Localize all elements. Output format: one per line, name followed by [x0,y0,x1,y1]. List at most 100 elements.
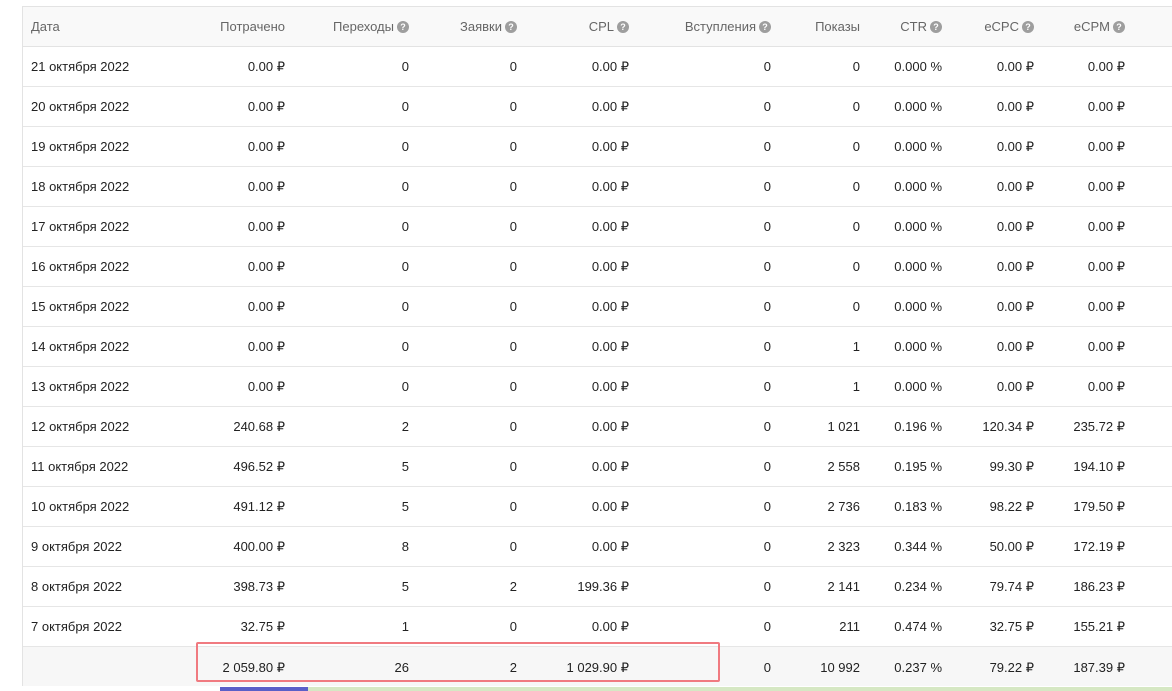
cell-ctr: 0.000 % [868,126,950,167]
cell-ecpm: 179.50 ₽ [1042,486,1133,527]
cell-date: 7 октября 2022 [23,606,148,647]
cell-ctr: 0.000 % [868,46,950,87]
cell-joins: 0 [637,526,779,567]
cell-extra: 0 [1133,206,1172,247]
cell-leads: 0 [417,286,525,327]
cell-extra: 0 [1133,86,1172,127]
cell-spent: 0.00 ₽ [148,206,293,247]
cell-leads: 2 [417,566,525,607]
stats-table: Дата Потрачено Переходы? Заявки? CPL? Вступле… [23,7,1172,686]
cell-leads: 0 [417,606,525,647]
column-header-ctr[interactable]: CTR? [868,7,950,47]
cell-shows: 211 [779,606,868,647]
cell-cpl: 199.36 ₽ [525,566,637,607]
table-row: 13 октября 2022 0.00 ₽0 0 0.00 ₽0 1 0.000 % 0.… [23,366,1172,407]
help-icon[interactable]: ? [759,21,771,33]
cell-leads: 0 [417,246,525,287]
cell-ctr: 0.195 % [868,446,950,487]
column-header-shows[interactable]: Показы [779,7,868,47]
cell-ecpm: 0.00 ₽ [1042,206,1133,247]
cell-cpl: 0.00 ₽ [525,526,637,567]
cell-shows: 2 323 [779,526,868,567]
cell-joins: 0 [637,406,779,447]
help-icon[interactable]: ? [930,21,942,33]
cell-ctr: 0.474 % [868,606,950,647]
cell-joins: 0 [637,486,779,527]
cell-cpl: 0.00 ₽ [525,86,637,127]
cell-leads: 0 [417,206,525,247]
column-header-extra[interactable]: С [1133,7,1172,47]
cell-extra: 0 [1133,486,1172,527]
cell-date: 17 октября 2022 [23,206,148,247]
cell-clicks: 5 [293,446,417,487]
column-header-label: Вступления [684,19,756,34]
cell-clicks: 0 [293,366,417,407]
help-icon[interactable]: ? [397,21,409,33]
cell-joins: 0 [637,126,779,167]
cell-extra: 0 [1133,46,1172,87]
cell-leads: 0 [417,46,525,87]
cell-extra: 0 [1133,526,1172,567]
column-header-joins[interactable]: Вступления? [637,7,779,47]
cell-shows: 2 141 [779,566,868,607]
help-icon[interactable]: ? [617,21,629,33]
cell-joins: 0 [637,606,779,647]
column-header-date[interactable]: Дата [23,7,148,47]
cell-spent: 32.75 ₽ [148,606,293,647]
column-header-cpl[interactable]: CPL? [525,7,637,47]
cell-spent: 496.52 ₽ [148,446,293,487]
cell-joins: 0 [637,326,779,367]
cell-ecpm: 0.00 ₽ [1042,246,1133,287]
cell-extra: 0 [1133,246,1172,287]
cell-ctr: 0.183 % [868,486,950,527]
column-header-ecpc[interactable]: eCPC? [950,7,1042,47]
help-icon[interactable]: ? [1113,21,1125,33]
cell-date: 10 октября 2022 [23,486,148,527]
table-row: 12 октября 2022 240.68 ₽2 0 0.00 ₽0 1 021 0.1… [23,406,1172,447]
cell-leads: 0 [417,366,525,407]
cell-ctr: 0.000 % [868,166,950,207]
cell-ctr: 0.000 % [868,246,950,287]
cell-clicks: 0 [293,286,417,327]
cell-ecpc: 0.00 ₽ [950,246,1042,287]
cell-shows: 0 [779,86,868,127]
cell-ctr: 0.000 % [868,326,950,367]
cell-ecpc: 0.00 ₽ [950,366,1042,407]
cell-ecpm: 0.00 ₽ [1042,326,1133,367]
cell-cpl: 0.00 ₽ [525,166,637,207]
cell-spent: 491.12 ₽ [148,486,293,527]
cell-leads: 0 [417,126,525,167]
column-header-spent[interactable]: Потрачено [148,7,293,47]
cell-ecpc: 0.00 ₽ [950,326,1042,367]
cell-ctr: 0.000 % [868,86,950,127]
total-ctr: 0.237 % [868,646,950,686]
cell-date: 11 октября 2022 [23,446,148,487]
cell-extra: 0 [1133,166,1172,207]
total-spent: 2 059.80 ₽ [148,646,293,686]
column-header-clicks[interactable]: Переходы? [293,7,417,47]
column-header-label: Дата [31,19,60,34]
cell-ecpc: 0.00 ₽ [950,286,1042,327]
cell-ecpm: 0.00 ₽ [1042,366,1133,407]
cell-shows: 1 021 [779,406,868,447]
cell-cpl: 0.00 ₽ [525,406,637,447]
column-header-label: CTR [900,19,927,34]
cell-clicks: 0 [293,166,417,207]
table-row: 8 октября 2022 398.73 ₽5 2 199.36 ₽0 2 141 0.… [23,566,1172,607]
table-body: 21 октября 2022 0.00 ₽0 0 0.00 ₽0 0 0.000 % 0.… [23,46,1172,686]
help-icon[interactable]: ? [505,21,517,33]
help-icon[interactable]: ? [1022,21,1034,33]
cell-ecpc: 0.00 ₽ [950,206,1042,247]
cell-joins: 0 [637,246,779,287]
cell-extra: 0 [1133,326,1172,367]
cell-cpl: 0.00 ₽ [525,206,637,247]
cell-cpl: 0.00 ₽ [525,246,637,287]
stats-table-container: Дата Потрачено Переходы? Заявки? CPL? Вступле… [22,6,1172,686]
cell-ecpc: 32.75 ₽ [950,606,1042,647]
cell-cpl: 0.00 ₽ [525,486,637,527]
cell-ecpc: 120.34 ₽ [950,406,1042,447]
column-header-leads[interactable]: Заявки? [417,7,525,47]
column-header-label: Заявки [460,19,502,34]
cell-clicks: 0 [293,126,417,167]
column-header-ecpm[interactable]: eCPM? [1042,7,1133,47]
